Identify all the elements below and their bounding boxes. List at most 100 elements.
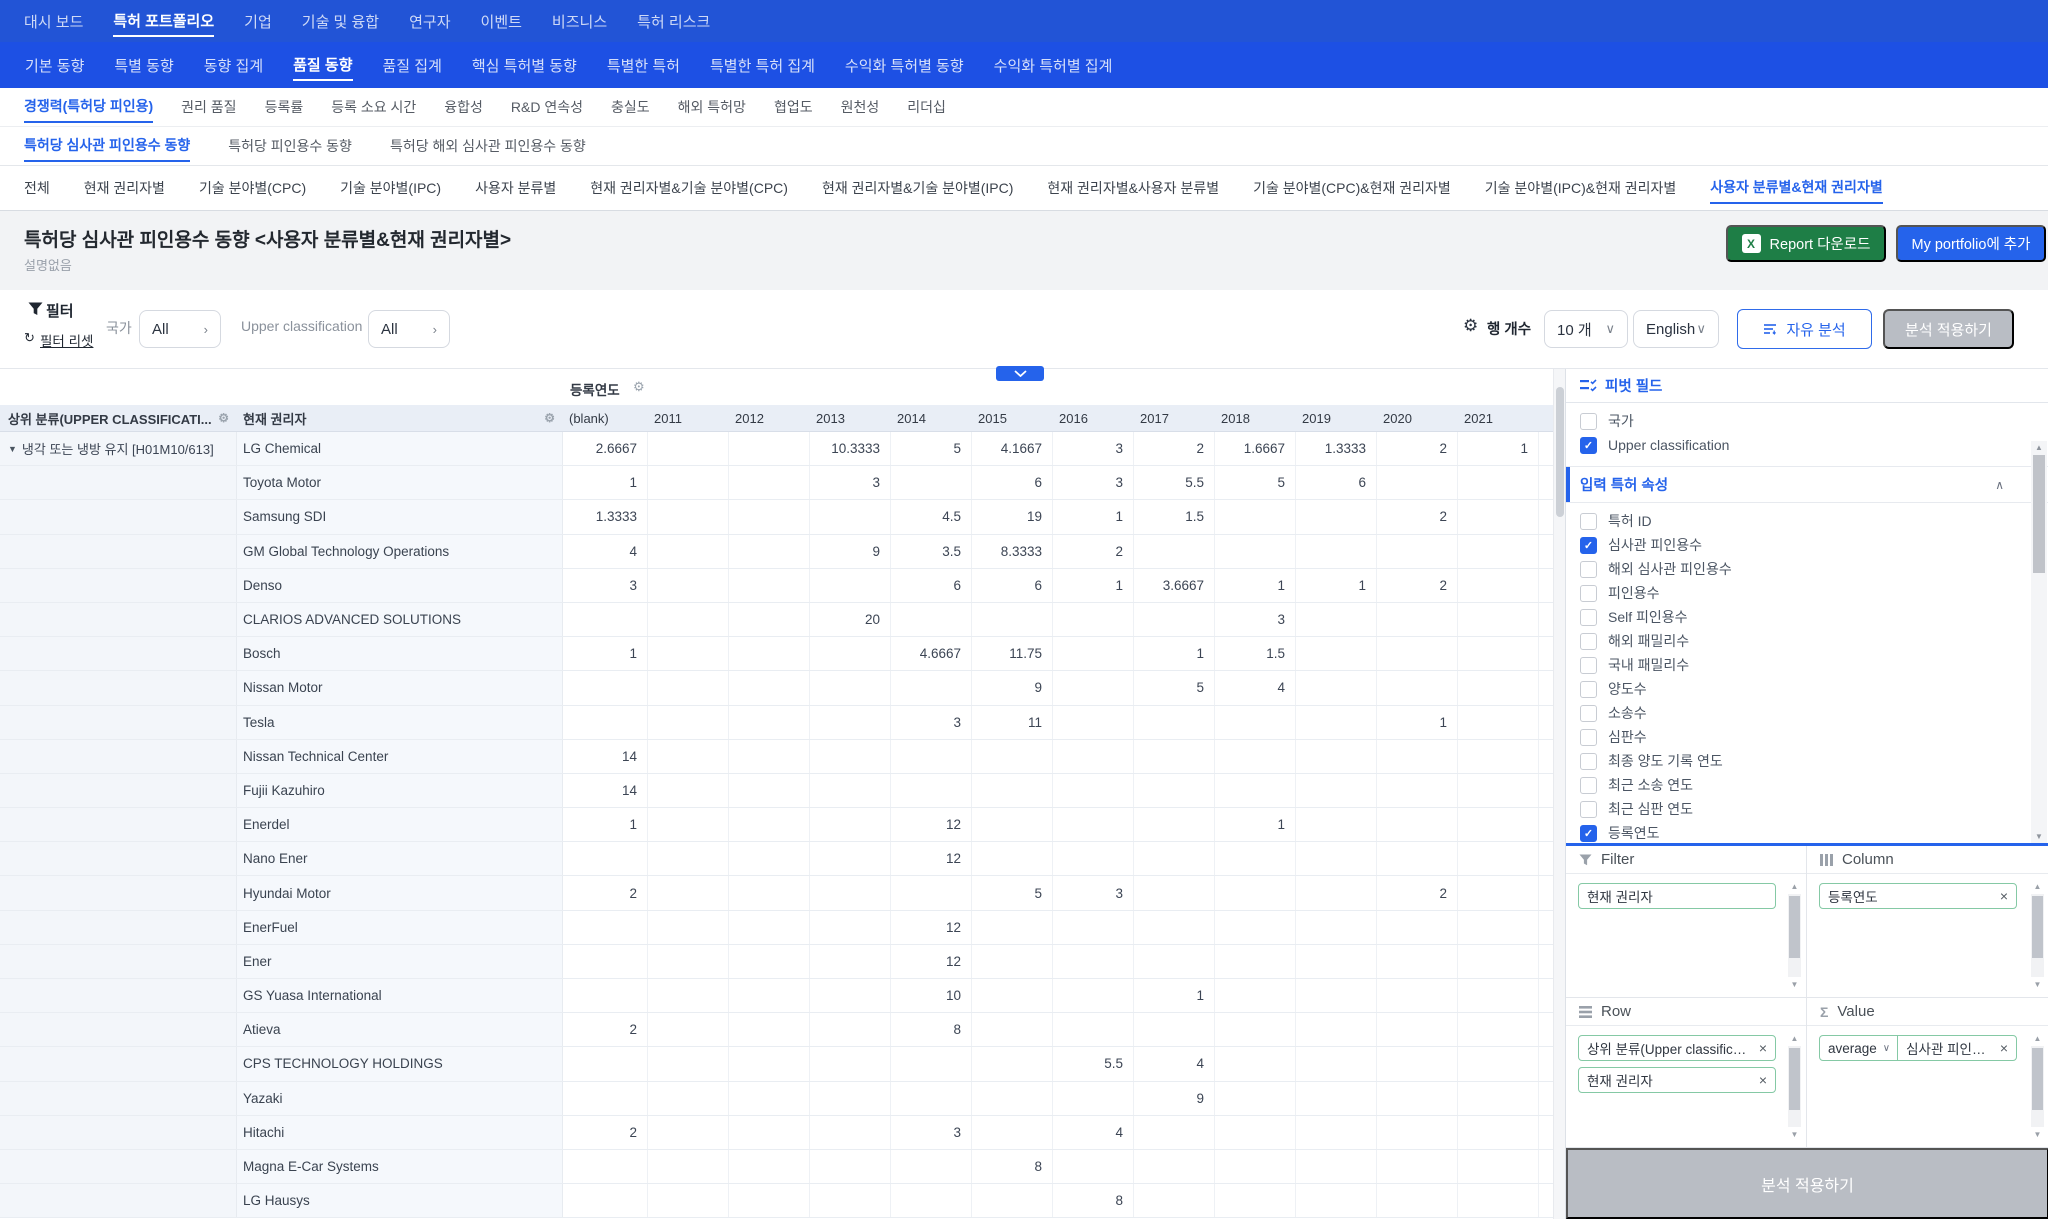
nav-top-item[interactable]: 이벤트 bbox=[481, 7, 522, 36]
nav-sub-item[interactable]: 특별한 특허 bbox=[607, 51, 680, 80]
scroll-down-icon[interactable]: ▼ bbox=[2031, 832, 2047, 841]
checkbox-unchecked[interactable] bbox=[1580, 561, 1597, 578]
nav-sub-item[interactable]: 핵심 특허별 동향 bbox=[472, 51, 577, 80]
pivot-field-item[interactable]: 최근 소송 연도 bbox=[1566, 773, 2048, 797]
fields-scrollbar[interactable]: ▲ ▼ bbox=[2031, 441, 2047, 843]
nav-category-item[interactable]: 등록률 bbox=[265, 92, 304, 122]
scrollbar-thumb[interactable] bbox=[1789, 896, 1800, 958]
upper-classification-dropdown[interactable]: All › bbox=[368, 310, 450, 348]
remove-chip-icon[interactable]: × bbox=[2000, 1040, 2008, 1056]
nav-views-item[interactable]: 현재 권리자별&기술 분야별(CPC) bbox=[590, 173, 788, 203]
aggregation-dropdown[interactable]: average∨ bbox=[1828, 1036, 1898, 1060]
table-vertical-scrollbar[interactable] bbox=[1553, 369, 1565, 1219]
language-dropdown[interactable]: English ∨ bbox=[1633, 310, 1719, 348]
checkbox-unchecked[interactable] bbox=[1580, 513, 1597, 530]
checkbox-unchecked[interactable] bbox=[1580, 777, 1597, 794]
apply-analysis-button-top[interactable]: 분석 적용하기 bbox=[1883, 309, 2014, 349]
row-count-gear-icon[interactable]: ⚙ bbox=[1463, 316, 1478, 336]
checkbox-unchecked[interactable] bbox=[1580, 633, 1597, 650]
pivot-field-item[interactable]: 국가 bbox=[1566, 409, 2048, 433]
column-settings-gear-icon[interactable]: ⚙ bbox=[218, 411, 229, 425]
country-filter-dropdown[interactable]: All › bbox=[139, 310, 221, 348]
nav-sub-item[interactable]: 동향 집계 bbox=[204, 51, 263, 80]
pivot-field-item[interactable]: 최종 양도 기록 연도 bbox=[1566, 749, 2048, 773]
nav-views-item[interactable]: 기술 분야별(IPC)&현재 권리자별 bbox=[1485, 173, 1676, 203]
pivot-field-item[interactable]: ✓등록연도 bbox=[1566, 821, 2048, 843]
nav-sub-item[interactable]: 품질 동향 bbox=[293, 50, 352, 81]
pivot-field-item[interactable]: 심판수 bbox=[1566, 725, 2048, 749]
nav-top-item[interactable]: 비즈니스 bbox=[552, 7, 607, 36]
scroll-up-icon[interactable]: ▲ bbox=[2030, 882, 2045, 891]
checkbox-checked[interactable]: ✓ bbox=[1580, 825, 1597, 842]
fields-scrollbar-thumb[interactable] bbox=[2033, 455, 2045, 573]
pivot-field-item[interactable]: 피인용수 bbox=[1566, 581, 2048, 605]
nav-trend-item[interactable]: 특허당 심사관 피인용수 동향 bbox=[24, 130, 190, 162]
checkbox-unchecked[interactable] bbox=[1580, 705, 1597, 722]
pivot-field-item[interactable]: 해외 패밀리수 bbox=[1566, 629, 2048, 653]
pivot-field-item[interactable]: 최근 심판 연도 bbox=[1566, 797, 2048, 821]
checkbox-checked[interactable]: ✓ bbox=[1580, 537, 1597, 554]
scrollbar-thumb[interactable] bbox=[1789, 1048, 1800, 1110]
pivot-field-item[interactable]: 특허 ID bbox=[1566, 509, 2048, 533]
scrollbar-thumb[interactable] bbox=[2032, 896, 2043, 958]
field-chip[interactable]: average∨심사관 피인용수× bbox=[1819, 1035, 2017, 1061]
filter-reset-button[interactable]: 필터 리셋 bbox=[40, 330, 93, 350]
row-count-dropdown[interactable]: 10 개 ∨ bbox=[1544, 310, 1628, 348]
nav-trend-item[interactable]: 특허당 해외 심사관 피인용수 동향 bbox=[390, 131, 586, 161]
nav-sub-item[interactable]: 기본 동향 bbox=[25, 51, 84, 80]
scroll-up-icon[interactable]: ▲ bbox=[1787, 1034, 1802, 1043]
scroll-up-icon[interactable]: ▲ bbox=[1787, 882, 1802, 891]
checkbox-checked[interactable]: ✓ bbox=[1580, 437, 1597, 454]
remove-chip-icon[interactable]: × bbox=[1759, 1040, 1767, 1056]
pivot-field-item[interactable]: 해외 심사관 피인용수 bbox=[1566, 557, 2048, 581]
field-chip[interactable]: 현재 권리자 bbox=[1578, 883, 1776, 909]
nav-views-item[interactable]: 현재 권리자별&사용자 분류별 bbox=[1047, 173, 1219, 203]
nav-sub-item[interactable]: 수익화 특허별 동향 bbox=[845, 51, 964, 80]
nav-category-item[interactable]: 해외 특허망 bbox=[678, 92, 746, 122]
collapse-triangle-icon[interactable]: ▼ bbox=[8, 444, 17, 454]
scroll-up-icon[interactable]: ▲ bbox=[2030, 1034, 2045, 1043]
nav-views-item[interactable]: 현재 권리자별 bbox=[84, 173, 165, 203]
pivot-field-item[interactable]: 국내 패밀리수 bbox=[1566, 653, 2048, 677]
chevron-up-icon[interactable]: ∧ bbox=[1995, 478, 2004, 492]
table-scrollbar-thumb[interactable] bbox=[1556, 387, 1564, 517]
pivot-field-item[interactable]: ✓심사관 피인용수 bbox=[1566, 533, 2048, 557]
pivot-field-item[interactable]: 소송수 bbox=[1566, 701, 2048, 725]
filter-panel-scrollbar[interactable]: ▲ ▼ bbox=[1787, 882, 1802, 989]
checkbox-unchecked[interactable] bbox=[1580, 609, 1597, 626]
nav-views-item[interactable]: 기술 분야별(IPC) bbox=[340, 173, 441, 203]
checkbox-unchecked[interactable] bbox=[1580, 729, 1597, 746]
field-chip[interactable]: 상위 분류(Upper classificati...× bbox=[1578, 1035, 1776, 1061]
nav-top-item[interactable]: 기술 및 융합 bbox=[302, 7, 379, 36]
nav-views-item[interactable]: 사용자 분류별 bbox=[475, 173, 556, 203]
filter-collapse-tab[interactable] bbox=[996, 366, 1044, 381]
checkbox-unchecked[interactable] bbox=[1580, 585, 1597, 602]
column-panel-scrollbar[interactable]: ▲ ▼ bbox=[2030, 882, 2045, 989]
column-settings-gear-icon[interactable]: ⚙ bbox=[544, 411, 555, 425]
nav-category-item[interactable]: 등록 소요 시간 bbox=[331, 92, 416, 122]
scroll-down-icon[interactable]: ▼ bbox=[2030, 1130, 2045, 1139]
checkbox-unchecked[interactable] bbox=[1580, 753, 1597, 770]
pivot-field-item[interactable]: 양도수 bbox=[1566, 677, 2048, 701]
nav-category-item[interactable]: 융합성 bbox=[444, 92, 483, 122]
scroll-down-icon[interactable]: ▼ bbox=[2030, 980, 2045, 989]
nav-sub-item[interactable]: 특별한 특허 집계 bbox=[710, 51, 815, 80]
nav-top-item[interactable]: 대시 보드 bbox=[24, 7, 83, 36]
column-group-gear-icon[interactable]: ⚙ bbox=[633, 379, 645, 395]
nav-views-item[interactable]: 기술 분야별(CPC) bbox=[199, 173, 306, 203]
remove-chip-icon[interactable]: × bbox=[2000, 888, 2008, 904]
pivot-field-item[interactable]: Self 피인용수 bbox=[1566, 605, 2048, 629]
nav-category-item[interactable]: R&D 연속성 bbox=[511, 92, 583, 122]
nav-category-item[interactable]: 권리 품질 bbox=[181, 92, 236, 122]
nav-category-item[interactable]: 충실도 bbox=[611, 92, 650, 122]
field-chip[interactable]: 현재 권리자× bbox=[1578, 1067, 1776, 1093]
nav-top-item[interactable]: 특허 포트폴리오 bbox=[113, 6, 214, 37]
scroll-down-icon[interactable]: ▼ bbox=[1787, 980, 1802, 989]
nav-category-item[interactable]: 협업도 bbox=[774, 92, 813, 122]
nav-views-item[interactable]: 전체 bbox=[24, 173, 50, 203]
scroll-up-icon[interactable]: ▲ bbox=[2031, 443, 2047, 452]
nav-category-item[interactable]: 리더십 bbox=[907, 92, 946, 122]
checkbox-unchecked[interactable] bbox=[1580, 681, 1597, 698]
value-panel-scrollbar[interactable]: ▲ ▼ bbox=[2030, 1034, 2045, 1139]
scroll-down-icon[interactable]: ▼ bbox=[1787, 1130, 1802, 1139]
